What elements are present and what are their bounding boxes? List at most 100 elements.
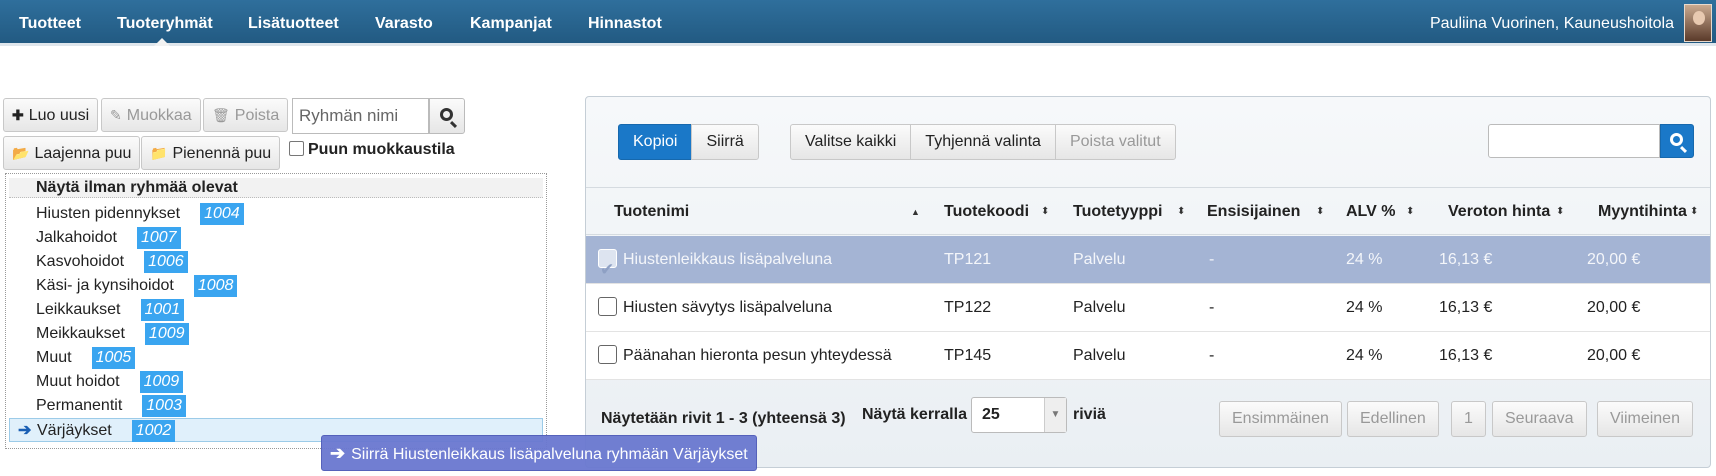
sort-icon[interactable]: ⬍ — [1406, 188, 1414, 236]
copy-mode-button[interactable]: Kopioi — [618, 124, 693, 160]
column-header-price[interactable]: Myyntihinta — [1598, 188, 1687, 236]
user-name[interactable]: Pauliina Vuorinen, Kauneushoitola — [1430, 0, 1674, 48]
row-name: Hiustenleikkaus lisäpalveluna — [623, 251, 833, 268]
row-vat: 24 % — [1346, 347, 1383, 364]
tree-item[interactable]: Meikkaukset 1009 — [36, 322, 189, 346]
tree-item-label: Käsi- ja kynsihoidot — [36, 277, 174, 294]
folder-open-icon: 📂 — [12, 145, 30, 161]
table-row[interactable]: Päänahan hieronta pesun yhteydessä TP145… — [586, 332, 1710, 380]
tree-item-label: Permanentit — [36, 397, 123, 414]
tree-item-label: Muut — [36, 349, 72, 366]
tree-item[interactable]: Hiusten pidennykset 1004 — [36, 202, 244, 226]
expand-tree-label: Laajenna puu — [34, 145, 132, 162]
group-id-badge: 1006 — [144, 251, 188, 273]
group-id-badge: 1002 — [131, 420, 176, 442]
product-search-button[interactable] — [1660, 124, 1694, 158]
product-panel: Kopioi Siirrä Valitse kaikki Tyhjennä va… — [585, 96, 1711, 468]
row-vat: 24 % — [1346, 299, 1383, 316]
column-header-vat[interactable]: ALV % — [1346, 188, 1395, 236]
collapse-tree-button[interactable]: 📁 Pienennä puu — [141, 136, 281, 170]
selection-buttons: Valitse kaikki Tyhjennä valinta Poista v… — [790, 124, 1176, 160]
sort-icon[interactable]: ⬍ — [1041, 188, 1049, 236]
tree-item-label: Jalkahoidot — [36, 229, 117, 246]
group-tree: Näytä ilman ryhmää olevat Hiusten pidenn… — [5, 173, 547, 449]
row-type: Palvelu — [1073, 299, 1126, 316]
tree-item-label: Muut hoidot — [36, 373, 120, 390]
drop-arrow-icon: ➔ — [18, 422, 32, 439]
edit-button[interactable]: ✎ Muokkaa — [101, 98, 201, 132]
pencil-icon: ✎ — [110, 107, 122, 123]
row-net-price: 16,13 € — [1439, 251, 1493, 268]
select-all-button[interactable]: Valitse kaikki — [790, 124, 912, 160]
create-button[interactable]: ✚ Luo uusi — [3, 98, 99, 132]
tree-item[interactable]: Muut hoidot 1009 — [36, 370, 184, 394]
tree-edit-mode-toggle[interactable]: Puun muokkaustila — [289, 141, 455, 159]
plus-icon: ✚ — [12, 107, 24, 123]
sort-icon[interactable]: ⬍ — [1556, 188, 1564, 236]
showing-rows-text: Näytetään rivit 1 - 3 (yhteensä 3) — [601, 410, 846, 427]
table-row[interactable]: Hiusten sävytys lisäpalveluna TP122 Palv… — [586, 284, 1710, 332]
page-number-button[interactable]: 1 — [1451, 401, 1486, 437]
nav-lisatuotteet[interactable]: Lisätuotteet — [248, 0, 339, 46]
sort-icon[interactable]: ⬍ — [1316, 188, 1324, 236]
tree-item[interactable]: Kasvohoidot 1006 — [36, 250, 188, 274]
tree-item[interactable]: Leikkaukset 1001 — [36, 298, 185, 322]
column-header-net-price[interactable]: Veroton hinta — [1448, 188, 1550, 236]
row-code: TP145 — [944, 347, 992, 364]
expand-tree-button[interactable]: 📂 Laajenna puu — [3, 136, 141, 170]
tree-edit-mode-checkbox[interactable] — [289, 141, 304, 156]
tree-item[interactable]: Muut 1005 — [36, 346, 136, 370]
row-price: 20,00 € — [1587, 251, 1641, 268]
row-checkbox[interactable] — [598, 297, 617, 316]
column-header-name[interactable]: Tuotenimi — [614, 188, 689, 236]
row-name-cell: Hiustenleikkaus lisäpalveluna — [598, 236, 833, 294]
tree-item[interactable]: Jalkahoidot 1007 — [36, 226, 181, 250]
row-checkbox[interactable] — [598, 246, 617, 294]
nav-tuotteet[interactable]: Tuotteet — [19, 0, 81, 46]
group-id-badge: 1003 — [142, 395, 186, 417]
tree-root-ungrouped[interactable]: Näytä ilman ryhmää olevat — [9, 178, 543, 198]
nav-varasto[interactable]: Varasto — [375, 0, 433, 46]
drag-move-tooltip: ➔ Siirrä Hiustenleikkaus lisäpalveluna ry… — [321, 435, 757, 471]
tree-item[interactable]: Käsi- ja kynsihoidot 1008 — [36, 274, 238, 298]
tree-item-label: Leikkaukset — [36, 301, 121, 318]
row-type: Palvelu — [1073, 347, 1126, 364]
previous-page-button[interactable]: Edellinen — [1347, 401, 1439, 437]
nav-hinnastot[interactable]: Hinnastot — [588, 0, 662, 46]
sort-icon[interactable]: ⬍ — [1690, 188, 1698, 236]
move-mode-button[interactable]: Siirrä — [691, 124, 759, 160]
group-id-badge: 1009 — [144, 323, 189, 345]
row-checkbox[interactable] — [598, 345, 617, 364]
group-search-button[interactable] — [429, 98, 465, 134]
row-code: TP121 — [944, 251, 992, 268]
tree-item-label: Värjäykset — [37, 422, 112, 439]
per-page-select[interactable]: 25 ▼ — [971, 397, 1067, 433]
last-page-button[interactable]: Viimeinen — [1597, 401, 1693, 437]
group-id-badge: 1009 — [139, 371, 184, 393]
table-header: Tuotenimi ▲ Tuotekoodi ⬍ Tuotetyyppi ⬍ E… — [586, 187, 1710, 235]
first-page-button[interactable]: Ensimmäinen — [1219, 401, 1342, 437]
column-header-code[interactable]: Tuotekoodi — [944, 188, 1029, 236]
tree-item[interactable]: Permanentit 1003 — [36, 394, 186, 418]
sort-asc-icon[interactable]: ▲ — [911, 188, 920, 236]
per-page-value: 25 — [982, 406, 1000, 423]
next-page-button[interactable]: Seuraava — [1492, 401, 1587, 437]
sort-icon[interactable]: ⬍ — [1177, 188, 1185, 236]
row-primary: - — [1209, 347, 1215, 364]
tree-item-label: Kasvohoidot — [36, 253, 125, 270]
row-vat: 24 % — [1346, 251, 1383, 268]
column-header-primary[interactable]: Ensisijainen — [1207, 188, 1300, 236]
row-type: Palvelu — [1073, 251, 1126, 268]
product-search-input[interactable] — [1488, 124, 1660, 158]
active-tab-indicator — [154, 38, 170, 46]
column-header-type[interactable]: Tuotetyyppi — [1073, 188, 1162, 236]
table-row[interactable]: Hiustenleikkaus lisäpalveluna TP121 Palv… — [586, 236, 1710, 294]
clear-selection-button[interactable]: Tyhjennä valinta — [910, 124, 1056, 160]
row-net-price: 16,13 € — [1439, 347, 1493, 364]
delete-button[interactable]: 🗑 Poista — [203, 98, 289, 132]
remove-selected-button[interactable]: Poista valitut — [1054, 124, 1176, 160]
search-icon — [440, 108, 453, 121]
nav-kampanjat[interactable]: Kampanjat — [470, 0, 552, 46]
avatar[interactable] — [1684, 4, 1712, 42]
group-search-input[interactable] — [292, 98, 429, 134]
